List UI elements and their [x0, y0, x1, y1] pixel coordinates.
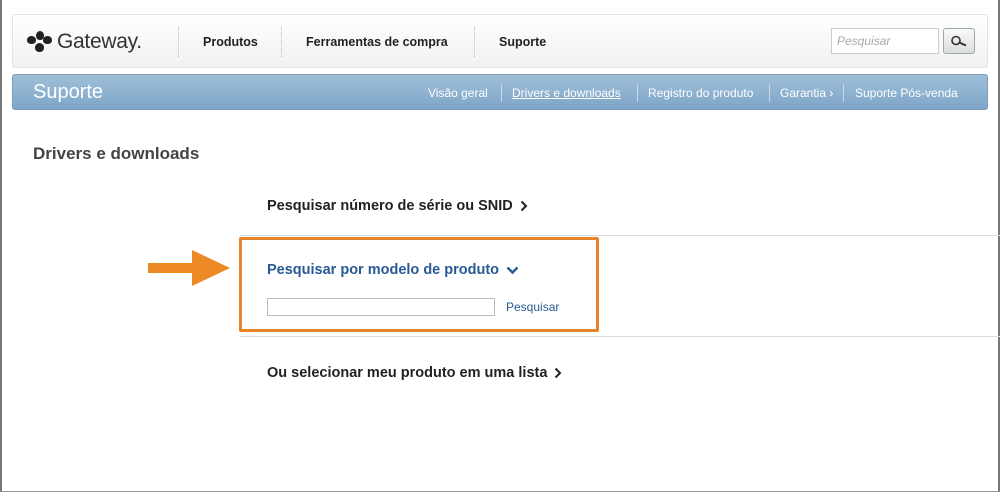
site-search-input[interactable]	[831, 28, 939, 54]
subnav-divider	[501, 84, 502, 102]
subnav-suporte-pos-venda[interactable]: Suporte Pós-venda	[855, 86, 958, 100]
support-bar-title: Suporte	[33, 81, 104, 103]
model-search-toggle[interactable]: Pesquisar por modelo de produto	[267, 262, 519, 278]
serial-search-link[interactable]: Pesquisar número de série ou SNID	[267, 198, 528, 214]
brand-name: Gateway.	[57, 30, 142, 53]
topnav-item-ferramentas[interactable]: Ferramentas de compra	[306, 35, 448, 49]
chevron-right-icon	[520, 200, 528, 212]
nav-divider	[281, 27, 282, 57]
model-search-input[interactable]	[267, 298, 495, 316]
list-select-link[interactable]: Ou selecionar meu produto em uma lista	[267, 365, 562, 381]
section-divider	[240, 336, 1000, 337]
top-header: Gateway. Produtos Ferramentas de compra …	[12, 14, 988, 68]
orange-arrow-icon	[148, 250, 230, 286]
subnav-garantia[interactable]: Garantia ›	[780, 86, 833, 100]
model-search-button[interactable]: Pesquisar	[506, 300, 559, 314]
gateway-logo-icon	[27, 31, 53, 53]
nav-divider	[474, 27, 475, 57]
nav-divider	[178, 27, 179, 57]
section-divider	[240, 235, 1000, 236]
serial-search-label: Pesquisar número de série ou SNID	[267, 198, 513, 214]
search-icon	[951, 35, 967, 47]
topnav-item-suporte[interactable]: Suporte	[499, 35, 546, 49]
topnav-item-produtos[interactable]: Produtos	[203, 35, 258, 49]
page-title: Drivers e downloads	[33, 144, 200, 163]
subnav-registro-produto[interactable]: Registro do produto	[648, 86, 753, 100]
support-bar: Suporte Visão geral Drivers e downloads …	[12, 74, 988, 110]
list-select-label: Ou selecionar meu produto em uma lista	[267, 365, 548, 381]
subnav-divider	[637, 84, 638, 102]
gateway-logo[interactable]: Gateway.	[27, 29, 142, 55]
subnav-visao-geral[interactable]: Visão geral	[428, 86, 488, 100]
subnav-divider	[843, 84, 844, 102]
chevron-down-icon	[506, 266, 519, 274]
subnav-divider	[769, 84, 770, 102]
chevron-right-icon	[555, 367, 562, 379]
highlight-box	[239, 237, 599, 332]
model-search-title: Pesquisar por modelo de produto	[267, 262, 500, 278]
site-search-button[interactable]	[943, 28, 975, 54]
subnav-drivers-downloads[interactable]: Drivers e downloads	[512, 86, 621, 100]
